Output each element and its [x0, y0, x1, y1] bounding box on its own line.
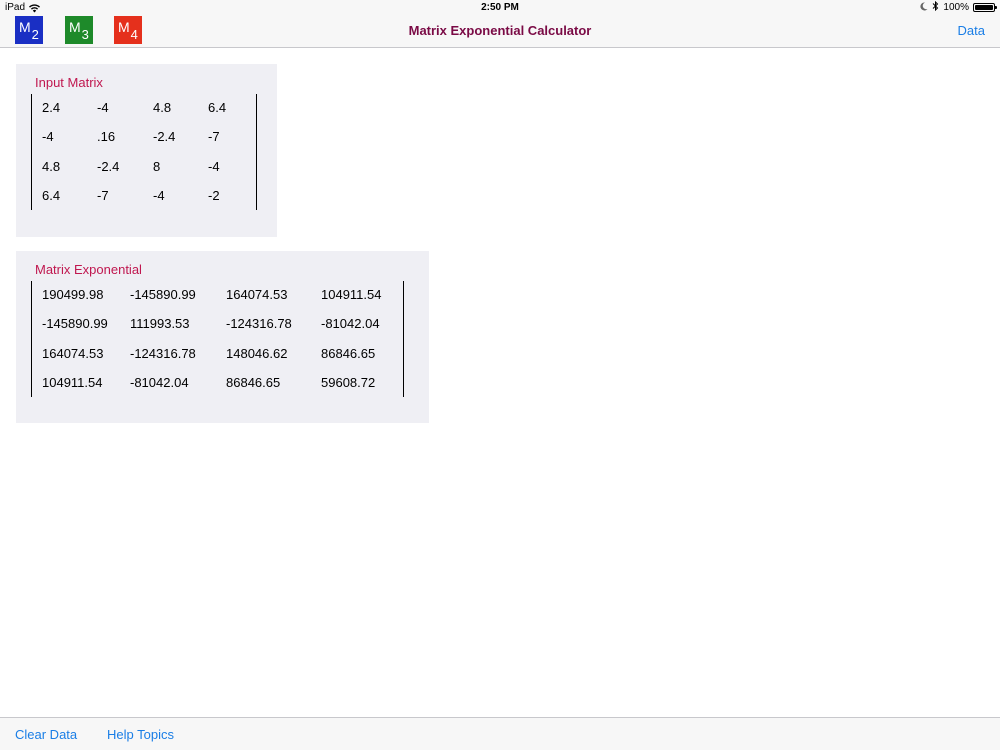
battery-percent: 100% — [943, 2, 969, 13]
exponential-matrix-cell: 190499.98 — [42, 287, 104, 302]
page-title: Matrix Exponential Calculator — [408, 23, 592, 38]
input-matrix-cell: -4 — [208, 158, 220, 174]
exponential-matrix-cell: 104911.54 — [321, 287, 382, 302]
input-matrix-cell: -4 — [153, 187, 165, 203]
input-matrix-cell: 8 — [153, 158, 161, 174]
exponential-matrix-cell: 86846.65 — [226, 374, 281, 390]
right-bracket — [256, 94, 257, 210]
exponential-matrix-cell: -145890.99 — [42, 316, 108, 332]
input-matrix-cell: 4.8 — [42, 158, 61, 174]
input-matrix-cell: -2.4 — [97, 158, 120, 174]
app-screen: iPad 2:50 PM 100% M2 M3 M4 Matrix Expone… — [0, 0, 1000, 750]
help-topics-button[interactable]: Help Topics — [107, 727, 174, 742]
data-button[interactable]: Data — [958, 23, 985, 38]
exponential-matrix-cell: 164074.53 — [226, 287, 288, 302]
input-matrix-cell: -4 — [97, 100, 109, 115]
battery-icon — [973, 3, 997, 12]
input-matrix-panel: Input Matrix 2.4 -4 4.8 6.4 -4 .16 -2.4 -7 4.8 -2… — [16, 64, 277, 237]
left-bracket — [31, 281, 32, 397]
exponential-matrix-cell: -81042.04 — [130, 374, 189, 390]
exponential-matrix-cell: -145890.99 — [130, 287, 196, 302]
exponential-matrix-cell: 104911.54 — [42, 374, 103, 390]
input-matrix-title: Input Matrix — [35, 75, 103, 90]
moon-icon — [920, 1, 928, 14]
matrix-exponential-title: Matrix Exponential — [35, 262, 142, 277]
clear-data-button[interactable]: Clear Data — [15, 727, 77, 742]
navigation-bar: M2 M3 M4 Matrix Exponential Calculator D… — [0, 16, 1000, 48]
exponential-matrix-cell: 148046.62 — [226, 345, 288, 361]
exponential-matrix-cell: 59608.72 — [321, 374, 376, 390]
input-matrix-cell: -7 — [97, 187, 109, 203]
input-matrix-cell: 4.8 — [153, 100, 172, 115]
status-bar: iPad 2:50 PM 100% — [0, 0, 1000, 16]
right-bracket — [403, 281, 404, 397]
input-matrix-cell: .16 — [97, 129, 116, 145]
input-matrix-cell: -2 — [208, 187, 220, 203]
input-matrix-cell: -2.4 — [153, 129, 176, 145]
exponential-matrix-cell: 86846.65 — [321, 345, 376, 361]
exponential-matrix-cell: 111993.53 — [130, 316, 190, 332]
bottom-toolbar: Clear Data Help Topics — [0, 717, 1000, 750]
input-matrix-cell: 2.4 — [42, 100, 61, 115]
left-bracket — [31, 94, 32, 210]
exponential-matrix-cell: 164074.53 — [42, 345, 104, 361]
exponential-matrix-cell: -81042.04 — [321, 316, 380, 332]
input-matrix-cell: -7 — [208, 129, 220, 145]
exponential-matrix-cell: -124316.78 — [226, 316, 292, 332]
input-matrix-cell: 6.4 — [208, 100, 227, 115]
status-time: 2:50 PM — [481, 2, 519, 13]
input-matrix-cell: -4 — [42, 129, 54, 145]
input-matrix-cell: 6.4 — [42, 187, 61, 203]
bluetooth-icon — [932, 0, 939, 14]
matrix-exponential-panel: Matrix Exponential 190499.98 -145890.99 16… — [16, 251, 429, 423]
status-right: 100% — [920, 0, 997, 14]
exponential-matrix-cell: -124316.78 — [130, 345, 196, 361]
